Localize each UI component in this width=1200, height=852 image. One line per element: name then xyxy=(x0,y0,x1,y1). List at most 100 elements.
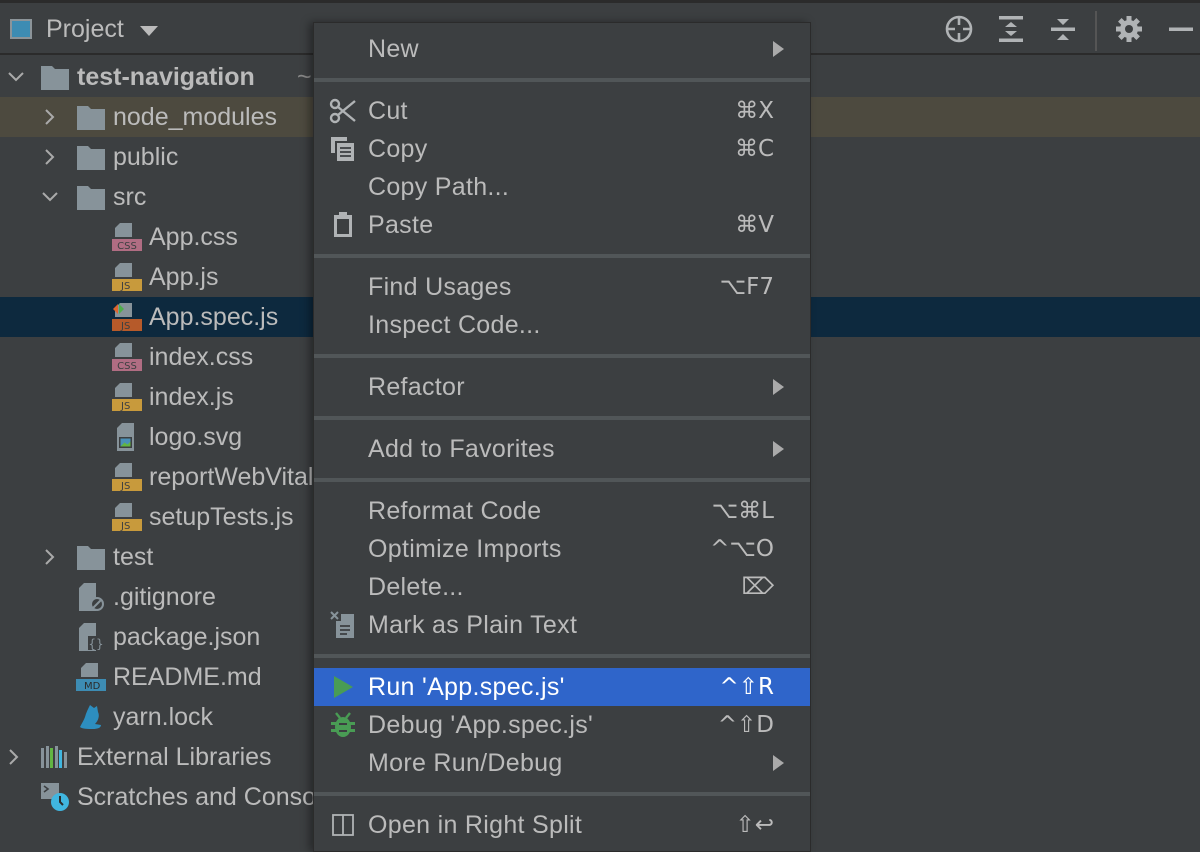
menu-item-debug[interactable]: Debug 'App.spec.js' ^⇧D xyxy=(314,706,810,744)
menu-separator xyxy=(314,78,810,82)
tree-item-label: index.js xyxy=(149,382,234,411)
menu-item-refactor[interactable]: Refactor xyxy=(314,368,810,406)
expand-all-icon xyxy=(999,16,1023,42)
js-test-file-icon: JS xyxy=(112,303,142,332)
scissors-icon xyxy=(328,96,358,126)
minimize-icon xyxy=(1169,27,1193,31)
clipboard-icon xyxy=(328,210,358,240)
menu-separator xyxy=(314,792,810,796)
menu-item-label: Optimize Imports xyxy=(368,534,562,563)
tree-item-scratches[interactable]: Scratches and Consoles xyxy=(0,777,313,817)
js-file-icon: JS xyxy=(112,503,142,532)
folder-icon xyxy=(77,146,105,170)
context-menu: New Cut ⌘X Copy ⌘C Copy Path... Paste ⌘V… xyxy=(313,22,811,852)
view-selector[interactable]: Project xyxy=(10,3,158,55)
menu-separator xyxy=(314,654,810,658)
js-file-icon: JS xyxy=(112,383,142,412)
menu-item-mark-as-plain-text[interactable]: Mark as Plain Text xyxy=(314,606,810,644)
menu-item-label: Mark as Plain Text xyxy=(368,610,578,639)
expand-all-button[interactable] xyxy=(995,13,1027,45)
css-file-icon: CSS xyxy=(112,343,142,372)
svg-text:CSS: CSS xyxy=(117,361,137,372)
svg-text:MD: MD xyxy=(84,681,101,692)
folder-icon xyxy=(77,106,105,130)
chevron-right-icon[interactable] xyxy=(40,107,60,127)
collapse-all-icon xyxy=(1051,19,1075,40)
copy-icon xyxy=(328,134,358,164)
chevron-down-icon[interactable] xyxy=(6,67,26,87)
svg-text:JS: JS xyxy=(120,281,130,292)
menu-item-cut[interactable]: Cut ⌘X xyxy=(314,92,810,130)
menu-item-reformat-code[interactable]: Reformat Code ⌥⌘L xyxy=(314,492,810,530)
chevron-right-icon[interactable] xyxy=(40,147,60,167)
svg-text:CSS: CSS xyxy=(117,241,137,252)
view-title: Project xyxy=(46,14,124,43)
menu-item-more-run-debug[interactable]: More Run/Debug xyxy=(314,744,810,782)
menu-item-label: Delete... xyxy=(368,572,464,601)
menu-item-shortcut: ⌥⌘L xyxy=(711,498,774,524)
chevron-down-icon[interactable] xyxy=(40,187,60,207)
folder-icon xyxy=(77,186,105,210)
menu-item-label: Copy Path... xyxy=(368,172,510,201)
menu-item-shortcut: ⌘X xyxy=(735,98,774,124)
menu-item-shortcut: ⇧↩ xyxy=(735,812,774,838)
collapse-all-button[interactable] xyxy=(1047,13,1079,45)
svg-text:JS: JS xyxy=(120,521,130,532)
menu-item-label: Reformat Code xyxy=(368,496,542,525)
tree-item-label: index.css xyxy=(149,342,254,371)
tree-item-setup-tests[interactable]: JS setupTests.js xyxy=(0,497,313,537)
js-file-icon: JS xyxy=(112,263,142,292)
submenu-arrow-icon xyxy=(773,379,784,395)
tree-item-path: ~ xyxy=(297,62,312,91)
options-button[interactable] xyxy=(1113,13,1145,45)
menu-item-label: New xyxy=(368,34,419,63)
js-file-icon: JS xyxy=(112,463,142,492)
menu-item-inspect-code[interactable]: Inspect Code... xyxy=(314,306,810,344)
css-file-icon: CSS xyxy=(112,223,142,252)
tree-item-label: App.js xyxy=(149,262,219,291)
locate-icon xyxy=(945,15,973,43)
menu-separator xyxy=(314,354,810,358)
tree-item-report-web-vitals[interactable]: JS reportWebVitals.js xyxy=(0,457,313,497)
chevron-right-icon[interactable] xyxy=(40,547,60,567)
menu-item-run[interactable]: Run 'App.spec.js' ^⇧R xyxy=(314,668,810,706)
svg-text:JS: JS xyxy=(120,401,130,412)
menu-item-label: Paste xyxy=(368,210,434,239)
menu-item-find-usages[interactable]: Find Usages ⌥F7 xyxy=(314,268,810,306)
folder-icon xyxy=(77,546,105,570)
menu-item-new[interactable]: New xyxy=(314,30,810,68)
folder-icon xyxy=(41,66,69,90)
menu-item-shortcut: ^⌥O xyxy=(710,536,774,562)
run-icon xyxy=(328,672,358,702)
menu-item-copy-path[interactable]: Copy Path... xyxy=(314,168,810,206)
tree-item-label: External Libraries xyxy=(77,742,272,771)
delete-key-icon: ⌦ xyxy=(741,574,774,600)
gear-icon xyxy=(1116,16,1142,42)
tree-item-label: App.css xyxy=(149,222,238,251)
menu-item-open-in-right-split[interactable]: Open in Right Split ⇧↩ xyxy=(314,806,810,844)
menu-item-delete[interactable]: Delete... ⌦ xyxy=(314,568,810,606)
image-file-icon xyxy=(117,423,134,451)
menu-item-shortcut: ⌘V xyxy=(735,212,774,238)
hide-button[interactable] xyxy=(1165,13,1197,45)
json-file-icon: {} xyxy=(79,623,104,651)
menu-item-shortcut: ^⇧D xyxy=(717,712,774,738)
menu-item-optimize-imports[interactable]: Optimize Imports ^⌥O xyxy=(314,530,810,568)
scratches-icon xyxy=(41,783,69,811)
menu-item-add-to-favorites[interactable]: Add to Favorites xyxy=(314,430,810,468)
plain-text-icon xyxy=(328,610,358,640)
menu-item-paste[interactable]: Paste ⌘V xyxy=(314,206,810,244)
tree-item-label: test xyxy=(113,542,154,571)
menu-item-label: Refactor xyxy=(368,372,465,401)
tree-item-label: README.md xyxy=(113,662,262,691)
menu-item-shortcut: ^⇧R xyxy=(719,674,774,700)
chevron-right-icon[interactable] xyxy=(4,747,24,767)
menu-item-copy[interactable]: Copy ⌘C xyxy=(314,130,810,168)
locate-button[interactable] xyxy=(943,13,975,45)
tree-item-label: src xyxy=(113,182,147,211)
split-icon xyxy=(328,810,358,840)
tree-item-label: test-navigation xyxy=(77,62,255,91)
markdown-file-icon: MD xyxy=(76,663,106,692)
tree-item-label: package.json xyxy=(113,622,261,651)
menu-separator xyxy=(314,478,810,482)
